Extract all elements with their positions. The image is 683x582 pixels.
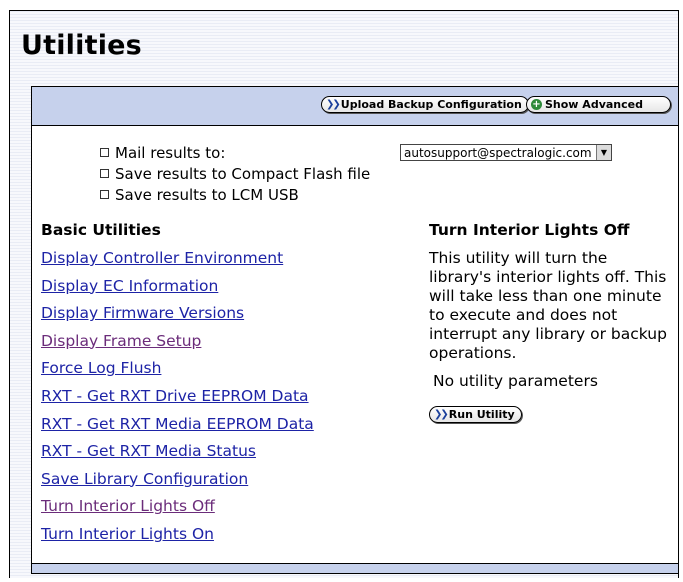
footer-bar bbox=[32, 563, 678, 573]
mail-recipient-select[interactable]: autosupport@spectralogic.com ▼ bbox=[400, 144, 612, 161]
compact-flash-option: Save results to Compact Flash file bbox=[100, 164, 370, 183]
run-utility-label: Run Utility bbox=[448, 408, 515, 421]
utility-parameters-note: No utility parameters bbox=[433, 372, 598, 390]
mail-results-checkbox[interactable] bbox=[100, 148, 109, 157]
run-utility-button[interactable]: ❯❯ Run Utility bbox=[429, 406, 522, 423]
lcm-usb-option: Save results to LCM USB bbox=[100, 185, 299, 204]
dropdown-arrow-icon[interactable]: ▼ bbox=[596, 145, 611, 160]
mail-results-label: Mail results to: bbox=[115, 143, 226, 162]
double-chevron-right-icon: ❯❯ bbox=[434, 409, 449, 420]
compact-flash-label: Save results to Compact Flash file bbox=[115, 164, 371, 183]
show-advanced-label: Show Advanced bbox=[545, 98, 643, 111]
utility-link[interactable]: Display EC Information bbox=[41, 277, 218, 295]
utility-link[interactable]: RXT - Get RXT Media EEPROM Data bbox=[41, 415, 314, 433]
double-chevron-right-icon: ❯❯ bbox=[326, 99, 341, 110]
mail-results-option: Mail results to: bbox=[100, 143, 225, 162]
utility-link[interactable]: Force Log Flush bbox=[41, 359, 161, 377]
utility-description: This utility will turn the library's int… bbox=[429, 249, 667, 362]
compact-flash-checkbox[interactable] bbox=[100, 169, 109, 178]
utility-link[interactable]: Display Firmware Versions bbox=[41, 304, 244, 322]
lcm-usb-checkbox[interactable] bbox=[100, 190, 109, 199]
mail-recipient-value: autosupport@spectralogic.com bbox=[404, 145, 592, 160]
toolbar: ❯❯ Upload Backup Configuration + Show Ad… bbox=[32, 87, 678, 126]
utility-link[interactable]: Display Controller Environment bbox=[41, 249, 283, 267]
upload-backup-configuration-label: Upload Backup Configuration bbox=[340, 98, 522, 111]
utilities-panel: ❯❯ Upload Backup Configuration + Show Ad… bbox=[31, 86, 679, 574]
show-advanced-button[interactable]: + Show Advanced bbox=[526, 96, 671, 113]
utility-link[interactable]: RXT - Get RXT Drive EEPROM Data bbox=[41, 387, 309, 405]
upload-backup-configuration-button[interactable]: ❯❯ Upload Backup Configuration bbox=[321, 96, 529, 113]
basic-utilities-heading: Basic Utilities bbox=[41, 221, 161, 239]
utility-detail-heading: Turn Interior Lights Off bbox=[429, 221, 630, 239]
utility-link[interactable]: RXT - Get RXT Media Status bbox=[41, 442, 256, 460]
plus-circle-icon: + bbox=[531, 99, 542, 110]
utility-link[interactable]: Turn Interior Lights On bbox=[41, 525, 214, 543]
utility-link[interactable]: Display Frame Setup bbox=[41, 332, 201, 350]
utility-link[interactable]: Save Library Configuration bbox=[41, 470, 248, 488]
lcm-usb-label: Save results to LCM USB bbox=[115, 185, 299, 204]
page-title: Utilities bbox=[21, 30, 142, 61]
utility-link[interactable]: Turn Interior Lights Off bbox=[41, 497, 215, 515]
